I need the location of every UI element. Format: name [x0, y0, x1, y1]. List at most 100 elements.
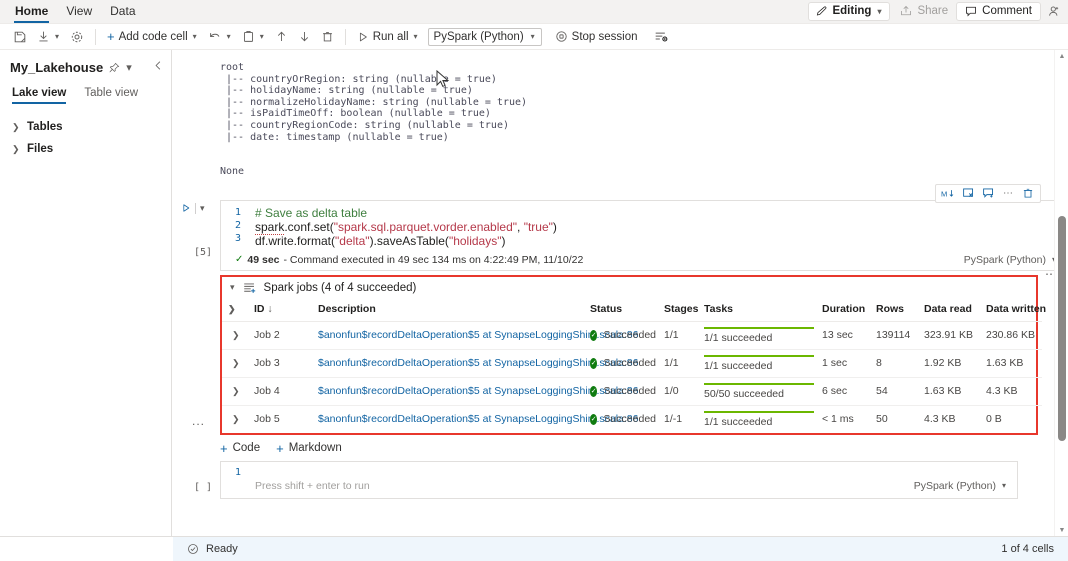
row-expand-cell[interactable]: ❯ [222, 377, 250, 405]
settings-button[interactable] [65, 26, 89, 48]
scroll-down-arrow[interactable]: ▼ [1055, 524, 1068, 536]
share-button[interactable]: Share [892, 2, 956, 21]
col-tasks-header[interactable]: Tasks [700, 299, 818, 322]
stop-circle-icon [555, 30, 568, 43]
col-data-written-header[interactable]: Data written [982, 299, 1042, 322]
move-cell-down-button[interactable] [293, 26, 316, 48]
empty-cell-gutter: [ ] [173, 461, 220, 499]
share-icon [900, 5, 912, 17]
tree-node-files[interactable]: ❯ Files [0, 138, 171, 160]
chevron-right-icon[interactable]: ❯ [226, 330, 240, 340]
outline-button[interactable] [649, 26, 674, 48]
scroll-up-arrow[interactable]: ▲ [1055, 50, 1068, 62]
clipboard-button[interactable]: ▾ [237, 26, 270, 48]
job-tasks-label: 1/1 succeeded [704, 332, 772, 344]
empty-cell-placeholder: Press shift + enter to run [255, 480, 370, 492]
row-expand-cell[interactable]: ❯ [222, 405, 250, 433]
tab-table-view[interactable]: Table view [84, 87, 138, 104]
col-duration-header[interactable]: Duration [818, 299, 872, 322]
markdown-icon[interactable]: M [939, 185, 957, 201]
col-stages-header[interactable]: Stages [660, 299, 700, 322]
col-id-header[interactable]: ID ↓ [250, 299, 314, 322]
add-cell-row: + Code + Markdown [220, 442, 1068, 455]
delete-icon[interactable] [1019, 185, 1037, 201]
code-cell-row: ▾ [5] 1 2 3 # Save as delta table spark.… [173, 200, 1068, 271]
add-markdown-label: Markdown [289, 442, 342, 454]
vertical-scrollbar[interactable]: ▲ ▼ [1054, 50, 1068, 536]
editing-mode-button[interactable]: Editing ▾ [808, 2, 890, 21]
job-rows: 54 [872, 377, 920, 405]
table-row[interactable]: ❯ Job 3 $anonfun$recordDeltaOperation$5 … [222, 349, 1042, 377]
clear-output-icon[interactable] [959, 185, 977, 201]
lakehouse-explorer-pane: My_Lakehouse ▾ Lake view Table view ❯ Ta… [0, 50, 172, 536]
job-tasks-cell: 1/1 succeeded [700, 405, 818, 433]
job-id: Job 2 [250, 321, 314, 349]
pin-icon[interactable] [109, 62, 120, 73]
table-row[interactable]: ❯ Job 5 $anonfun$recordDeltaOperation$5 … [222, 405, 1042, 433]
cell-kernel-selector[interactable]: PySpark (Python) ▾ [964, 254, 1067, 266]
chevron-down-icon: ▾ [192, 32, 198, 41]
job-data-written: 1.63 KB [982, 349, 1042, 377]
kernel-selector[interactable]: PySpark (Python) ▾ [428, 28, 542, 46]
notebook-canvas: root |-- countryOrRegion: string (nullab… [173, 50, 1068, 536]
col-data-read-header[interactable]: Data read [920, 299, 982, 322]
job-status-label: Succeeded [603, 357, 656, 369]
chevron-down-icon[interactable]: ▾ [200, 203, 205, 214]
cell-count-text: 1 of 4 cells [1001, 543, 1054, 555]
empty-code-editor[interactable]: 1 Press shift + enter to run PySpark (Py… [220, 461, 1018, 499]
outline-icon [654, 29, 669, 44]
chevron-down-icon: ▾ [1001, 481, 1007, 490]
ribbon-tab-view[interactable]: View [57, 0, 101, 23]
ribbon-tab-home[interactable]: Home [6, 0, 57, 23]
sort-desc-icon: ↓ [267, 303, 272, 315]
empty-cell-kernel-selector[interactable]: PySpark (Python) ▾ [914, 480, 1017, 492]
export-button[interactable]: ▾ [32, 26, 65, 48]
cell-overflow-ellipsis[interactable]: ... [192, 414, 205, 428]
row-expand-cell[interactable]: ❯ [222, 349, 250, 377]
job-description-cell[interactable]: $anonfun$recordDeltaOperation$5 at Synap… [314, 405, 586, 433]
ribbon-tab-data[interactable]: Data [101, 0, 144, 23]
chevron-right-icon[interactable]: ❯ [226, 358, 240, 368]
run-all-button[interactable]: Run all ▾ [352, 26, 424, 48]
chevron-right-icon[interactable]: ❯ [226, 386, 240, 396]
add-code-button[interactable]: + Code [220, 442, 260, 455]
code-editor[interactable]: 1 2 3 # Save as delta table spark.conf.s… [220, 200, 1068, 271]
save-button[interactable] [8, 26, 32, 48]
job-status-label: Succeeded [603, 329, 656, 341]
scrollbar-thumb[interactable] [1058, 216, 1066, 441]
row-expand-cell[interactable]: ❯ [222, 321, 250, 349]
move-cell-up-button[interactable] [270, 26, 293, 48]
delete-cell-button[interactable] [316, 26, 339, 48]
chevron-right-icon[interactable]: ❯ [226, 304, 236, 314]
col-rows-header[interactable]: Rows [872, 299, 920, 322]
comment-button[interactable]: Comment [956, 2, 1041, 21]
tab-lake-view[interactable]: Lake view [12, 87, 66, 104]
job-description-cell[interactable]: $anonfun$recordDeltaOperation$5 at Synap… [314, 377, 586, 405]
col-description-header[interactable]: Description [314, 299, 586, 322]
trash-icon [321, 30, 334, 43]
job-stages: 1/1 [660, 321, 700, 349]
stop-session-button[interactable]: Stop session [550, 26, 643, 48]
share-people-button[interactable] [1045, 2, 1064, 21]
chevron-down-icon[interactable]: ▾ [126, 61, 132, 74]
table-row[interactable]: ❯ Job 2 $anonfun$recordDeltaOperation$5 … [222, 321, 1042, 349]
job-description-cell[interactable]: $anonfun$recordDeltaOperation$5 at Synap… [314, 321, 586, 349]
run-cell-button[interactable] [181, 203, 191, 213]
chevron-down-icon[interactable]: ▾ [230, 282, 235, 293]
chevron-down-icon: ▾ [54, 32, 60, 41]
code-source: # Save as delta table spark.conf.set("sp… [255, 206, 557, 248]
comment-label: Comment [982, 5, 1032, 17]
more-icon[interactable]: ⋯ [999, 185, 1017, 201]
line-number-gutter: 1 2 3 [221, 206, 255, 248]
collapse-pane-button[interactable] [153, 60, 164, 71]
job-description-cell[interactable]: $anonfun$recordDeltaOperation$5 at Synap… [314, 349, 586, 377]
schema-output: root |-- countryOrRegion: string (nullab… [173, 50, 1068, 178]
tree-node-tables[interactable]: ❯ Tables [0, 116, 171, 138]
table-row[interactable]: ❯ Job 4 $anonfun$recordDeltaOperation$5 … [222, 377, 1042, 405]
undo-button[interactable]: ▾ [203, 26, 237, 48]
chevron-right-icon[interactable]: ❯ [226, 414, 240, 424]
col-status-header[interactable]: Status [586, 299, 660, 322]
add-markdown-button[interactable]: + Markdown [276, 442, 342, 455]
comment-icon[interactable] [979, 185, 997, 201]
add-code-cell-button[interactable]: + Add code cell ▾ [102, 26, 203, 48]
